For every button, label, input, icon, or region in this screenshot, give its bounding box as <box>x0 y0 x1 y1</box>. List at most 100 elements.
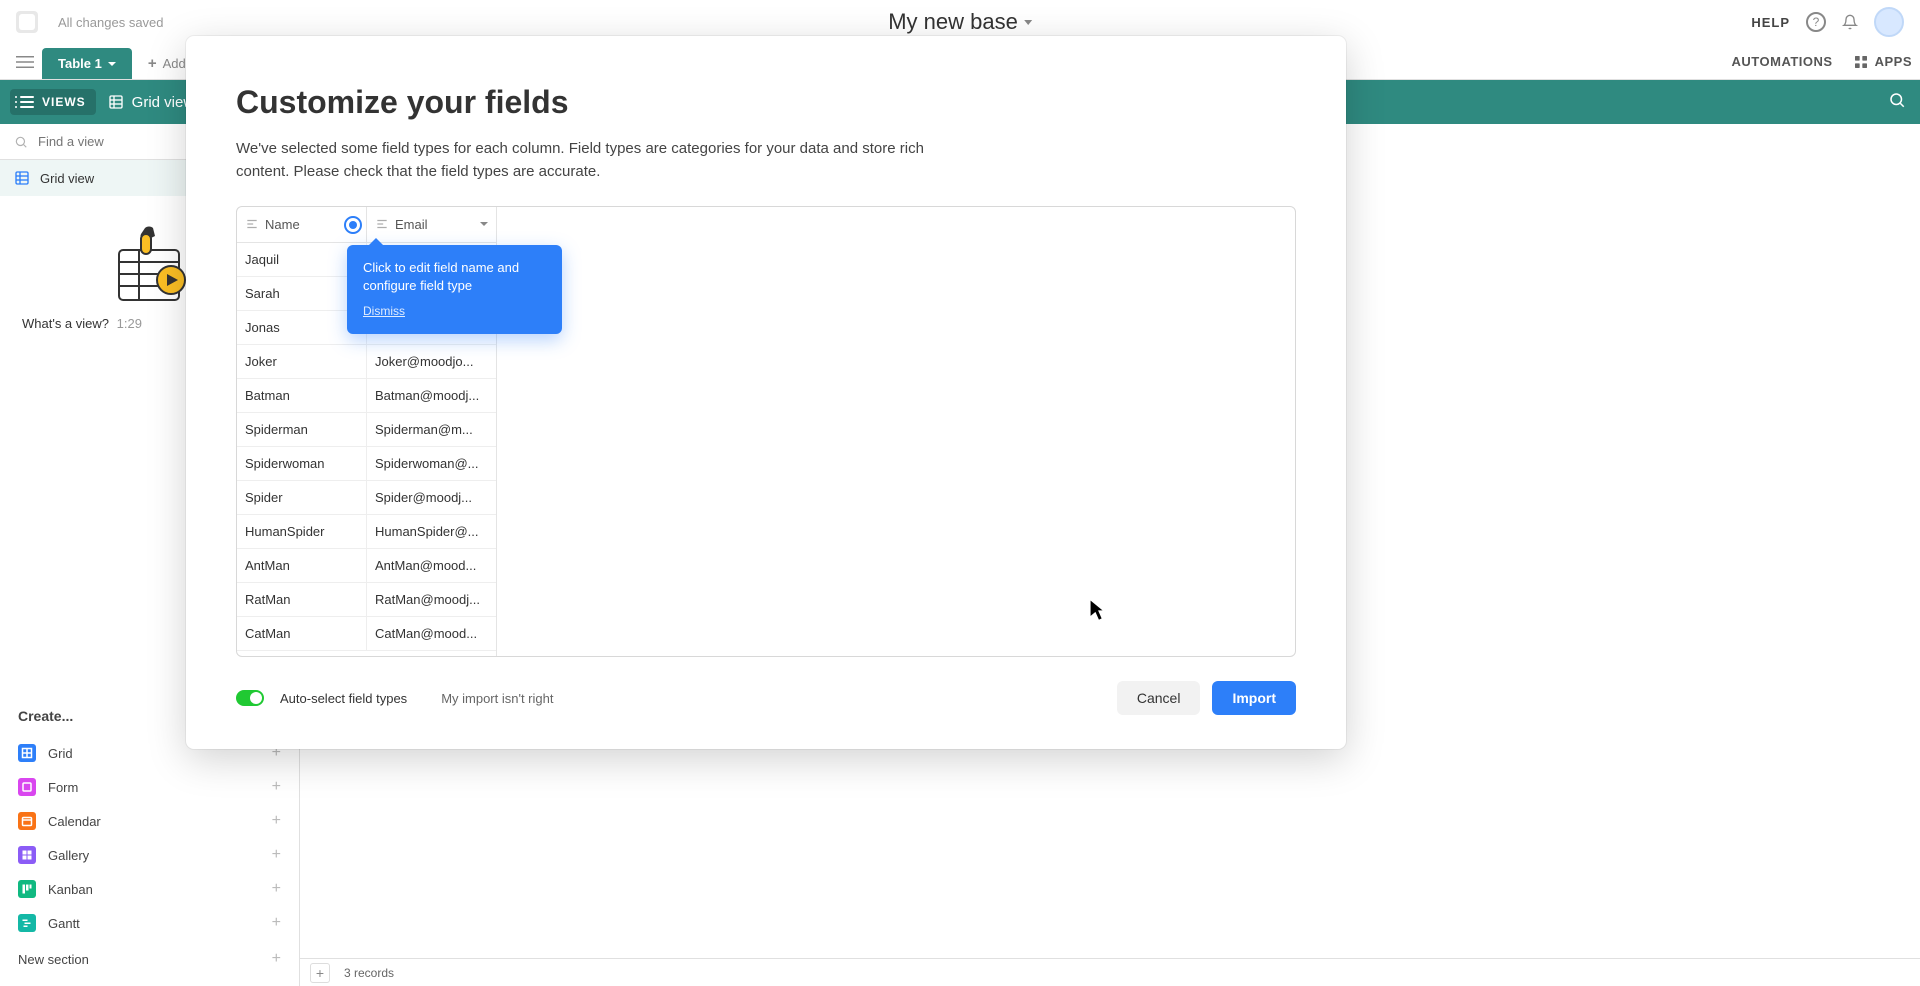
cell-name: AntMan <box>237 549 367 582</box>
gantt-icon <box>18 914 36 932</box>
tooltip-dismiss[interactable]: Dismiss <box>363 303 546 320</box>
app-logo[interactable] <box>16 11 38 33</box>
tab-label: Table 1 <box>58 56 102 71</box>
chevron-down-icon <box>108 62 116 66</box>
create-calendar[interactable]: Calendar + <box>0 804 299 838</box>
new-section[interactable]: New section + <box>0 940 299 978</box>
auto-select-label: Auto-select field types <box>280 691 407 706</box>
search-icon <box>14 135 28 149</box>
modal-description: We've selected some field types for each… <box>236 137 956 184</box>
table-row: CatManCatMan@mood... <box>237 617 496 651</box>
footer: + 3 records <box>300 958 1920 986</box>
cell-email: Spiderman@m... <box>367 413 496 446</box>
new-section-label: New section <box>18 952 89 967</box>
sidebar-view-label: Grid view <box>40 171 94 186</box>
table-row: JokerJoker@moodjo... <box>237 345 496 379</box>
column-name-label: Name <box>265 217 300 232</box>
views-button[interactable]: VIEWS <box>10 89 96 115</box>
plus-icon: + <box>148 55 157 72</box>
cell-email: Batman@moodj... <box>367 379 496 412</box>
create-calendar-label: Calendar <box>48 814 101 829</box>
import-wrong-link[interactable]: My import isn't right <box>441 691 553 706</box>
cell-name: HumanSpider <box>237 515 367 548</box>
create-form-label: Form <box>48 780 78 795</box>
apps-icon <box>1853 54 1869 70</box>
gallery-icon <box>18 846 36 864</box>
cell-name: Joker <box>237 345 367 378</box>
create-gallery[interactable]: Gallery + <box>0 838 299 872</box>
tooltip: Click to edit field name and configure f… <box>347 245 562 334</box>
cell-email: RatMan@moodj... <box>367 583 496 616</box>
tab-table-1[interactable]: Table 1 <box>42 48 132 79</box>
create-gantt-label: Gantt <box>48 916 80 931</box>
table-row: AntManAntMan@mood... <box>237 549 496 583</box>
field-preview: Name Email JaquilSarahJonasJokerJoker@mo… <box>236 206 1296 658</box>
save-status: All changes saved <box>58 15 164 30</box>
column-header-name[interactable]: Name <box>237 207 367 242</box>
cell-email: Spiderwoman@... <box>367 447 496 480</box>
grid-icon <box>108 94 124 110</box>
apps-link[interactable]: APPS <box>1853 54 1912 70</box>
table-row: SpiderwomanSpiderwoman@... <box>237 447 496 481</box>
help-link[interactable]: HELP <box>1751 15 1790 30</box>
column-header-email[interactable]: Email <box>367 207 496 242</box>
views-label: VIEWS <box>42 95 86 109</box>
cell-email: Joker@moodjo... <box>367 345 496 378</box>
column-email-label: Email <box>395 217 428 232</box>
create-list: Grid + Form + Calendar + Gallery + Kanba… <box>0 736 299 940</box>
cancel-button[interactable]: Cancel <box>1117 681 1201 715</box>
chevron-down-icon <box>1024 20 1032 25</box>
help-icon[interactable]: ? <box>1806 12 1826 32</box>
cell-email: AntMan@mood... <box>367 549 496 582</box>
plus-icon: + <box>272 914 281 932</box>
active-view-label: Grid view <box>132 94 195 111</box>
cell-name: CatMan <box>237 617 367 650</box>
create-kanban-label: Kanban <box>48 882 93 897</box>
plus-icon: + <box>272 812 281 830</box>
table-row: BatmanBatman@moodj... <box>237 379 496 413</box>
table-row: SpidermanSpiderman@m... <box>237 413 496 447</box>
create-form[interactable]: Form + <box>0 770 299 804</box>
base-name-text: My new base <box>888 9 1018 35</box>
avatar[interactable] <box>1874 7 1904 37</box>
table-row: RatManRatMan@moodj... <box>237 583 496 617</box>
radio-selected-icon[interactable] <box>344 216 362 234</box>
hamburger-icon[interactable] <box>8 44 42 79</box>
video-time: 1:29 <box>117 316 142 331</box>
table-row: SpiderSpider@moodj... <box>237 481 496 515</box>
views-icon <box>20 96 34 108</box>
base-name-dropdown[interactable]: My new base <box>888 9 1032 35</box>
cell-name: Spider <box>237 481 367 514</box>
search-icon[interactable] <box>1888 91 1906 114</box>
chevron-down-icon <box>480 222 488 226</box>
cell-name: Spiderwoman <box>237 447 367 480</box>
grid-icon <box>18 744 36 762</box>
grid-icon <box>14 170 30 186</box>
create-gallery-label: Gallery <box>48 848 89 863</box>
cell-name: RatMan <box>237 583 367 616</box>
customize-fields-modal: Customize your fields We've selected som… <box>186 36 1346 749</box>
modal-footer: Auto-select field types My import isn't … <box>236 681 1296 715</box>
modal-title: Customize your fields <box>236 84 1296 121</box>
cell-email: Spider@moodj... <box>367 481 496 514</box>
form-icon <box>18 778 36 796</box>
automations-link[interactable]: AUTOMATIONS <box>1732 54 1833 69</box>
auto-select-toggle[interactable] <box>236 690 264 706</box>
cell-name: Batman <box>237 379 367 412</box>
create-kanban[interactable]: Kanban + <box>0 872 299 906</box>
topbar-right: HELP ? <box>1751 7 1904 37</box>
cell-email: HumanSpider@... <box>367 515 496 548</box>
record-count: 3 records <box>344 966 394 980</box>
cell-email: CatMan@mood... <box>367 617 496 650</box>
tooltip-message: Click to edit field name and configure f… <box>363 259 546 295</box>
plus-icon: + <box>272 846 281 864</box>
bell-icon[interactable] <box>1842 14 1858 30</box>
text-field-icon <box>245 217 259 231</box>
calendar-icon <box>18 812 36 830</box>
apps-label: APPS <box>1875 54 1912 69</box>
cell-name: Spiderman <box>237 413 367 446</box>
text-field-icon <box>375 217 389 231</box>
create-gantt[interactable]: Gantt + <box>0 906 299 940</box>
import-button[interactable]: Import <box>1212 681 1296 715</box>
add-row-button[interactable]: + <box>310 963 330 983</box>
